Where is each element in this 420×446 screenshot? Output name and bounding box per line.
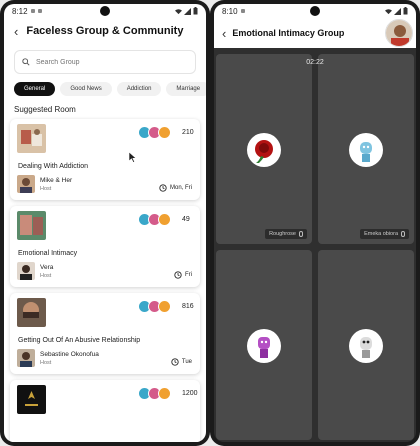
chip-marriage[interactable]: Marriage [166,82,206,96]
chip-good-news[interactable]: Good News [60,82,112,96]
category-chips: General Good News Addiction Marriage [4,82,206,96]
notification-icon [240,9,245,13]
search-input[interactable] [36,58,176,66]
rose-icon [255,140,273,163]
avatar [158,300,171,313]
host-name: Vera [40,264,54,271]
clock-icon [174,271,182,279]
room-name: Getting Out Of An Abusive Relationship [18,337,141,344]
room-thumbnail [17,124,46,153]
status-time: 8:12 [12,6,28,16]
notification-icon [37,9,42,13]
participant-tile[interactable] [216,250,312,440]
participant-avatar [247,133,281,167]
signal-icon [184,7,191,15]
member-avatars [138,387,171,400]
page-title: Faceless Group & Community [26,25,184,37]
participant-avatar [247,329,281,363]
participant-name: Roughrose [269,231,296,237]
host-name: Mike & Her [40,177,73,184]
search-icon [22,58,30,66]
member-avatars [138,213,171,226]
participant-name-tag: Roughrose [265,229,307,239]
room-schedule: Mon, Fri [159,184,192,192]
host-photo [17,175,35,193]
mic-icon [299,231,303,237]
mouse-cursor-icon [129,152,137,163]
app-header: ‹ Faceless Group & Community [4,18,206,44]
member-count: 1200 [182,390,198,397]
host-photo [17,262,35,280]
member-count: 816 [182,303,194,310]
member-count: 210 [182,129,194,136]
member-avatars [138,300,171,313]
chip-addiction[interactable]: Addiction [116,82,162,96]
participant-tile[interactable]: Roughrose [216,54,312,244]
host-label: Host [40,273,52,279]
right-phone: 8:10 ‹ Emotional Intimacy Group 02:22 Ro… [210,0,420,446]
clock-icon [159,184,167,192]
screenshot-stage: 8:12 ‹ Faceless Group & Community Search… [0,0,420,446]
mic-icon [401,231,405,237]
member-avatars [138,126,171,139]
status-time: 8:10 [222,6,238,16]
member-count: 49 [182,216,190,223]
schedule-days: Fri [185,272,192,278]
status-bar: 8:12 [4,4,206,18]
section-title: Suggested Room [14,105,76,114]
room-card[interactable]: 210 Dealing With Addiction Mike & Her Ho… [10,119,200,200]
search-bar[interactable] [14,50,196,74]
wifi-icon [175,8,182,14]
schedule-days: Mon, Fri [169,185,192,191]
avatar [158,126,171,139]
participant-tile[interactable]: Emeka obiora [318,54,414,244]
participant-tile[interactable] [318,250,414,440]
back-arrow-icon[interactable]: ‹ [222,27,226,40]
participant-avatar [349,133,383,167]
back-arrow-icon[interactable]: ‹ [14,25,18,38]
call-timer: 02:22 [306,59,324,66]
wifi-icon [385,8,392,14]
notification-icon [30,9,35,13]
schedule-days: Tue [181,359,192,365]
avatar [158,213,171,226]
room-thumbnail [17,385,46,414]
group-title: Emotional Intimacy Group [232,28,345,38]
battery-icon [193,7,198,15]
robot-avatar-icon [360,337,372,358]
signal-icon [394,7,401,15]
participant-avatar [349,329,383,363]
host-label: Host [40,186,52,192]
room-thumbnail [17,298,46,327]
avatar [158,387,171,400]
participant-name-tag: Emeka obiora [360,229,409,239]
user-profile-avatar[interactable] [385,19,413,47]
room-card[interactable]: 49 Emotional Intimacy Vera Host Fri [10,206,200,287]
left-phone: 8:12 ‹ Faceless Group & Community Search… [0,0,210,446]
host-photo [17,349,35,367]
room-name: Dealing With Addiction [18,163,89,170]
room-schedule: Fri [174,271,192,279]
room-card[interactable]: 816 Getting Out Of An Abusive Relationsh… [10,293,200,374]
room-name: Emotional Intimacy [18,250,78,257]
battery-icon [403,7,408,15]
call-header: ‹ Emotional Intimacy Group [214,18,416,48]
participant-name: Emeka obiora [364,231,398,237]
participant-grid: Roughrose Emeka obiora [216,54,414,442]
camera-notch [310,6,320,16]
room-schedule: Tue [171,358,192,366]
status-bar: 8:10 [214,4,416,18]
chip-general[interactable]: General [14,82,56,96]
host-name: Sebastine Okonofua [40,351,99,358]
robot-avatar-icon [360,142,372,162]
robot-avatar-icon [258,337,270,358]
camera-notch [100,6,110,16]
clock-icon [171,358,179,366]
room-card[interactable]: 1200 [10,380,200,442]
host-label: Host [40,360,52,366]
call-screen: 8:10 ‹ Emotional Intimacy Group 02:22 Ro… [214,4,416,442]
room-thumbnail [17,211,46,240]
groups-screen: 8:12 ‹ Faceless Group & Community Search… [4,4,206,442]
